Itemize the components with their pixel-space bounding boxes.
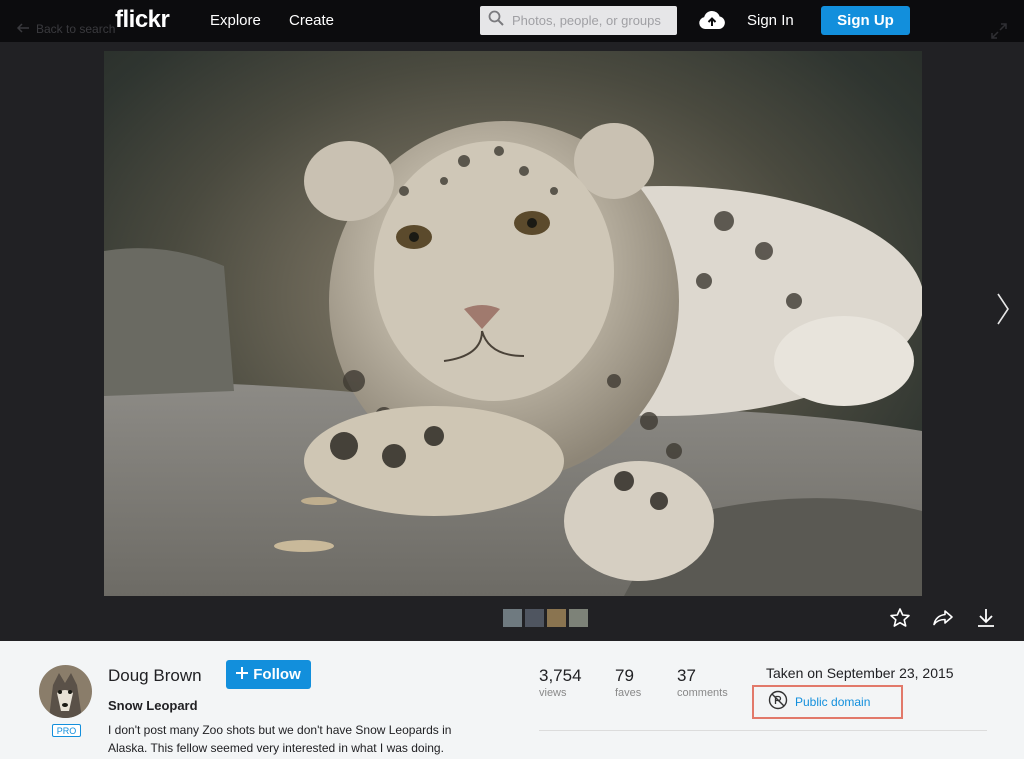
top-nav: Back to search flickr Explore Create Sig… [0,0,1024,42]
pro-badge: PRO [52,724,81,737]
filmstrip-thumbnail[interactable] [569,609,588,627]
filmstrip-thumbnail[interactable] [503,609,522,627]
divider [539,730,987,731]
download-icon[interactable] [975,607,997,634]
public-domain-icon [768,690,788,715]
search-icon[interactable] [488,10,504,31]
back-to-search-link[interactable]: Back to search [16,22,115,36]
sign-in-link[interactable]: Sign In [747,12,794,29]
photo-description: I don't post many Zoo shots but we don't… [108,723,452,755]
sign-up-button[interactable]: Sign Up [821,6,910,35]
owner-name[interactable]: Doug Brown [108,666,202,686]
license-highlight: Public domain [752,685,903,719]
photo-info-panel: PRO Doug Brown Follow Snow Leopard I don… [0,641,1024,759]
follow-button[interactable]: Follow [226,660,311,689]
search-input[interactable] [512,13,672,28]
follow-label: Follow [253,666,301,683]
photostream-filmstrip [503,609,588,627]
arrow-left-icon [16,22,30,36]
share-arrow-icon[interactable] [932,607,954,634]
views-label: views [539,687,567,699]
nav-explore[interactable]: Explore [210,12,261,29]
search-box [480,6,677,35]
next-photo-arrow-icon[interactable] [996,292,1010,331]
main-photo[interactable] [104,51,922,596]
filmstrip-thumbnail[interactable] [547,609,566,627]
upload-cloud-icon[interactable] [698,9,726,36]
back-label: Back to search [36,22,116,36]
fave-star-icon[interactable] [889,607,911,634]
flickr-logo[interactable]: flickr [115,6,170,34]
plus-icon [236,666,249,683]
views-count: 3,754 [539,666,582,685]
filmstrip-thumbnail[interactable] [525,609,544,627]
taken-date[interactable]: Taken on September 23, 2015 [766,665,954,681]
expand-icon[interactable] [990,22,1008,45]
faves-count: 79 [615,666,634,685]
avatar[interactable] [39,665,92,718]
license-link[interactable]: Public domain [795,695,870,709]
comments-label: comments [677,687,728,699]
photo-title: Snow Leopard [108,698,198,713]
nav-create[interactable]: Create [289,12,334,29]
faves-stat[interactable]: 79 faves [615,666,641,699]
faves-label: faves [615,687,642,699]
views-stat: 3,754 views [539,666,582,699]
comments-count: 37 [677,666,696,685]
comments-stat[interactable]: 37 comments [677,666,728,699]
snow-leopard-image [104,121,922,596]
